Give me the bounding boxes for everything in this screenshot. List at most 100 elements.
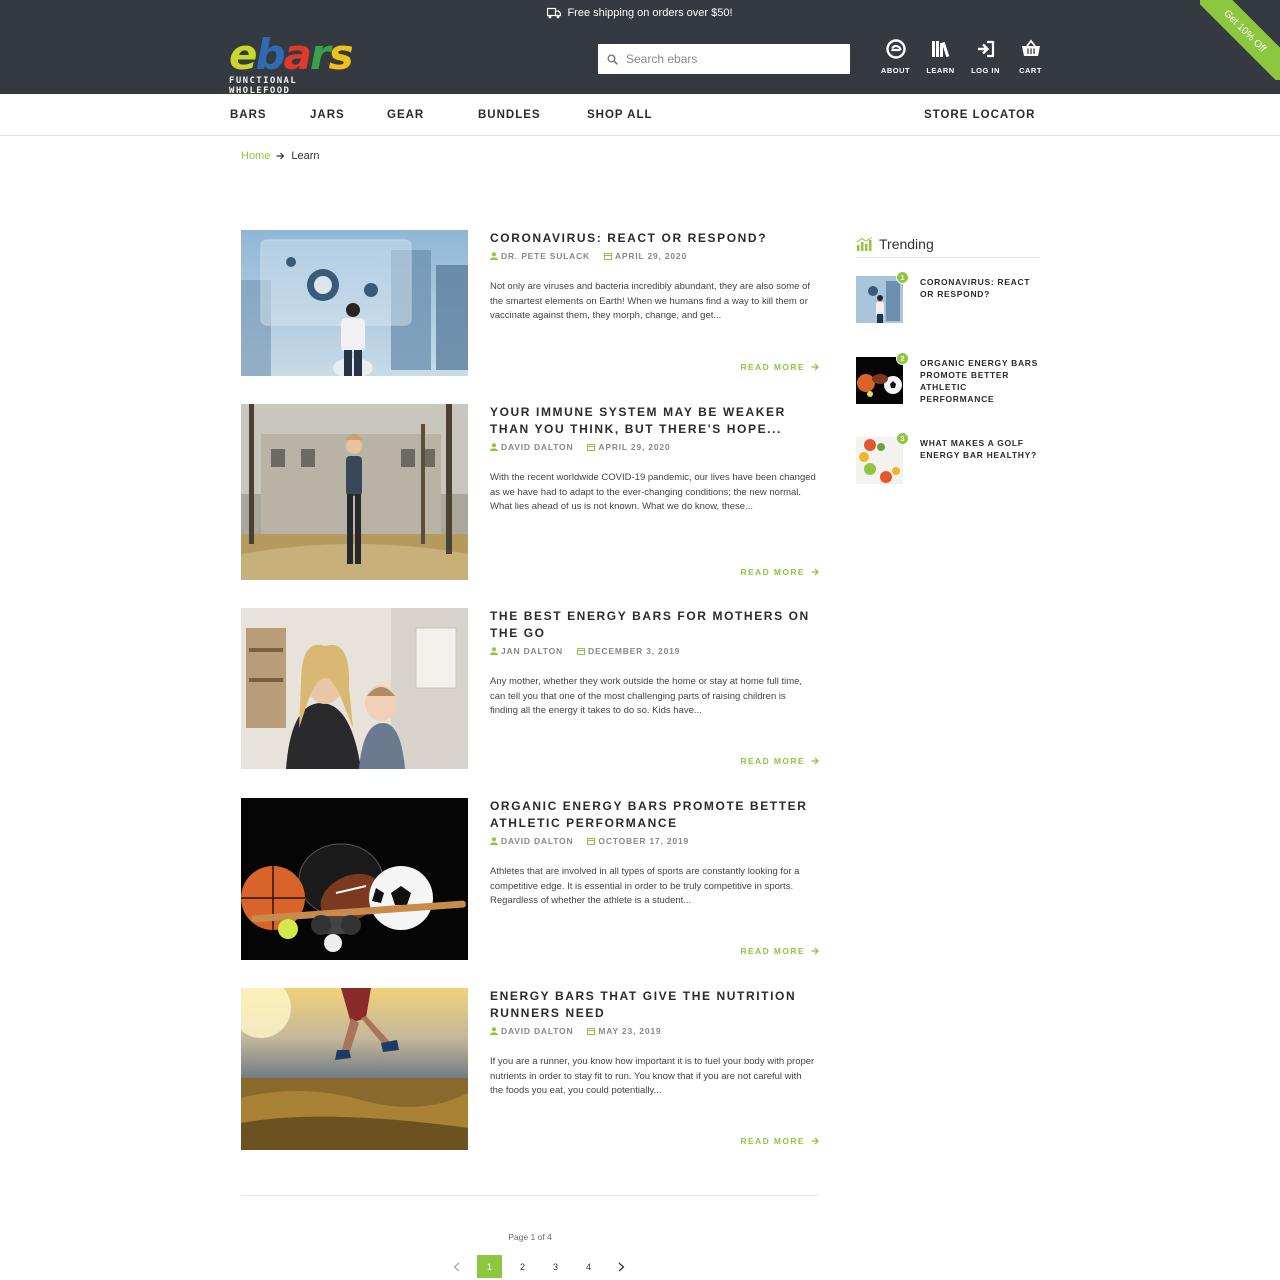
header-icon-menu: ABOUT LEARN LOG IN CART (873, 39, 1053, 75)
user-icon (490, 443, 498, 451)
post-meta: DR. PETE SULACK APRIL 29, 2020 (490, 251, 687, 261)
nav-gear[interactable]: GEAR (387, 109, 424, 121)
nav-bundles[interactable]: BUNDLES (478, 109, 541, 121)
arrow-right-icon (811, 947, 819, 955)
trending-heading-text: Trending (879, 235, 934, 252)
nav-store-locator[interactable]: STORE LOCATOR (924, 109, 1035, 121)
learn-label: LEARN (926, 66, 955, 75)
post-thumbnail[interactable] (241, 404, 468, 580)
logo-wordmark: ebars (229, 30, 354, 79)
post-thumbnail[interactable] (241, 230, 468, 376)
search-icon (607, 54, 618, 65)
trending-title[interactable]: WHAT MAKES A GOLF ENERGY BAR HEALTHY? (920, 437, 1042, 461)
login-icon (977, 40, 994, 58)
post-author: DR. PETE SULACK (490, 251, 590, 261)
user-icon (490, 647, 498, 655)
trending-chart-icon (856, 236, 873, 251)
page-button-4[interactable]: 4 (572, 1255, 605, 1278)
blog-post: YOUR IMMUNE SYSTEM MAY BE WEAKER THAN YO… (241, 404, 819, 584)
blog-post: THE BEST ENERGY BARS FOR MOTHERS ON THE … (241, 608, 819, 773)
calendar-icon (603, 253, 612, 260)
breadcrumb-home[interactable]: Home (241, 150, 270, 162)
post-date: MAY 23, 2019 (587, 1026, 661, 1036)
arrow-right-icon (811, 363, 819, 371)
search-box[interactable] (598, 44, 850, 74)
books-icon (931, 41, 949, 58)
post-excerpt: With the recent worldwide COVID-19 pande… (490, 472, 816, 512)
trending-sidebar: Trending 1 CORONAVIRUS: REACT OR RESPOND… (856, 230, 1040, 484)
blog-post: CORONAVIRUS: REACT OR RESPOND? DR. PETE … (241, 230, 819, 380)
post-date: APRIL 29, 2020 (603, 251, 687, 261)
learn-link[interactable]: LEARN (918, 39, 963, 75)
trending-thumbnail[interactable] (856, 357, 903, 404)
breadcrumb-current: Learn (291, 150, 320, 162)
read-more-link[interactable]: READ MORE (740, 362, 819, 372)
logo-tagline: FUNCTIONAL WHOLEFOOD (229, 76, 298, 96)
post-meta: DAVID DALTON MAY 23, 2019 (490, 1026, 661, 1036)
trending-heading: Trending (856, 230, 1040, 258)
post-author: DAVID DALTON (490, 442, 573, 452)
login-link[interactable]: LOG IN (963, 39, 1008, 75)
prev-page-button[interactable] (440, 1255, 473, 1278)
user-icon (490, 252, 498, 260)
page-button-3[interactable]: 3 (539, 1255, 572, 1278)
trending-rank: 1 (896, 271, 909, 284)
post-meta: DAVID DALTON APRIL 29, 2020 (490, 442, 670, 452)
list-divider (241, 1195, 819, 1196)
ebars-e-icon (885, 39, 906, 59)
truck-icon (547, 7, 562, 19)
post-title[interactable]: YOUR IMMUNE SYSTEM MAY BE WEAKER THAN YO… (490, 404, 822, 438)
chevron-left-icon (453, 1262, 460, 1271)
calendar-icon (587, 1028, 596, 1035)
announcement-text: Free shipping on orders over $50! (567, 7, 733, 19)
post-excerpt: Not only are viruses and bacteria incred… (490, 281, 811, 321)
cart-label: CART (1019, 66, 1042, 75)
trending-title[interactable]: CORONAVIRUS: REACT OR RESPOND? (920, 276, 1042, 300)
calendar-icon (587, 444, 596, 451)
post-thumbnail[interactable] (241, 798, 468, 960)
calendar-icon (577, 648, 585, 655)
nav-jars[interactable]: JARS (310, 109, 345, 121)
post-title[interactable]: ORGANIC ENERGY BARS PROMOTE BETTER ATHLE… (490, 798, 822, 832)
login-label: LOG IN (971, 66, 1000, 75)
about-label: ABOUT (880, 66, 911, 75)
trending-rank: 2 (896, 352, 909, 365)
blog-post: ORGANIC ENERGY BARS PROMOTE BETTER ATHLE… (241, 798, 819, 963)
breadcrumb: Home Learn (241, 150, 319, 162)
read-more-link[interactable]: READ MORE (740, 946, 819, 956)
page-button-2[interactable]: 2 (506, 1255, 539, 1278)
post-author: DAVID DALTON (490, 1026, 573, 1036)
next-page-button[interactable] (605, 1255, 638, 1278)
ebars-logo[interactable]: ebars FUNCTIONAL WHOLEFOOD (229, 30, 359, 97)
nav-shop-all[interactable]: SHOP ALL (587, 109, 653, 121)
user-icon (490, 837, 498, 845)
read-more-link[interactable]: READ MORE (740, 567, 819, 577)
cart-link[interactable]: CART (1008, 39, 1053, 75)
post-date: OCTOBER 17, 2019 (587, 836, 689, 846)
chevron-right-icon (618, 1262, 625, 1271)
search-input[interactable] (626, 52, 826, 66)
site-header: ebars FUNCTIONAL WHOLEFOOD ABOUT LEARN L… (0, 26, 1280, 97)
post-thumbnail[interactable] (241, 988, 468, 1150)
post-meta: JAN DALTON DECEMBER 3, 2019 (490, 646, 680, 656)
pagination: 1 2 3 4 (440, 1255, 638, 1278)
user-icon (490, 1027, 498, 1035)
post-title[interactable]: CORONAVIRUS: REACT OR RESPOND? (490, 230, 822, 247)
read-more-link[interactable]: READ MORE (740, 1136, 819, 1146)
post-thumbnail[interactable] (241, 608, 468, 769)
basket-icon (1021, 39, 1040, 56)
post-author: DAVID DALTON (490, 836, 573, 846)
trending-title[interactable]: ORGANIC ENERGY BARS PROMOTE BETTER ATHLE… (920, 357, 1042, 405)
trending-thumbnail[interactable] (856, 276, 903, 323)
post-date: DECEMBER 3, 2019 (577, 646, 680, 656)
read-more-link[interactable]: READ MORE (740, 756, 819, 766)
promo-ribbon-text: Get 10% Off (1200, 0, 1280, 80)
post-excerpt: If you are a runner, you know how import… (490, 1056, 815, 1096)
post-title[interactable]: THE BEST ENERGY BARS FOR MOTHERS ON THE … (490, 608, 822, 642)
promo-ribbon[interactable]: Get 10% Off (1200, 0, 1280, 80)
about-link[interactable]: ABOUT (873, 39, 918, 75)
nav-bars[interactable]: BARS (230, 109, 267, 121)
page-button-1[interactable]: 1 (477, 1255, 502, 1278)
trending-thumbnail[interactable] (856, 437, 903, 484)
post-title[interactable]: ENERGY BARS THAT GIVE THE NUTRITION RUNN… (490, 988, 822, 1022)
